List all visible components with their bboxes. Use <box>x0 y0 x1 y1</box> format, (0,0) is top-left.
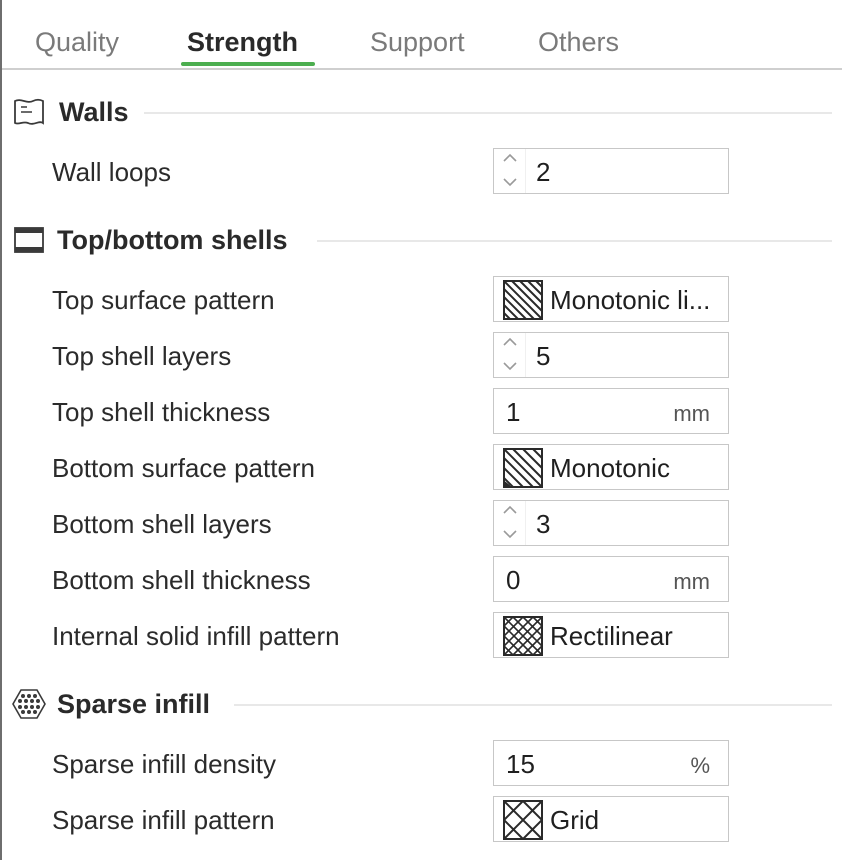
grid-pattern-icon <box>503 800 543 840</box>
top-shell-layers-value[interactable]: 5 <box>536 339 550 373</box>
top-surface-pattern-value[interactable]: Monotonic li... <box>550 283 710 317</box>
row-bottom-surface-pattern: Bottom surface pattern Monotonic <box>0 444 842 492</box>
row-top-shell-layers: Top shell layers 5 <box>0 332 842 380</box>
sparse-infill-density-input[interactable]: 15 % <box>493 740 729 786</box>
active-tab-indicator <box>181 62 315 66</box>
row-sparse-infill-density: Sparse infill density 15 % <box>0 740 842 788</box>
unit-label: % <box>690 753 710 778</box>
row-sparse-infill-pattern: Sparse infill pattern Grid <box>0 796 842 844</box>
row-bottom-shell-layers: Bottom shell layers 3 <box>0 500 842 548</box>
top-surface-pattern-label: Top surface pattern <box>52 285 275 315</box>
bottom-surface-pattern-value[interactable]: Monotonic <box>550 451 670 485</box>
top-shell-thickness-input[interactable]: 1 mm <box>493 388 729 434</box>
section-divider <box>144 112 832 114</box>
section-title-sparse-infill: Sparse infill <box>57 689 211 719</box>
spinner-arrows-icon[interactable] <box>494 333 526 377</box>
top-surface-pattern-select[interactable]: Monotonic li... <box>493 276 729 322</box>
bottom-shell-thickness-label: Bottom shell thickness <box>52 565 311 595</box>
wall-loops-spinbox[interactable]: 2 <box>493 148 729 194</box>
walls-icon <box>14 98 44 125</box>
section-walls: Walls <box>12 90 832 134</box>
bottom-surface-pattern-label: Bottom surface pattern <box>52 453 316 483</box>
section-divider <box>317 240 832 242</box>
row-top-shell-thickness: Top shell thickness 1 mm <box>0 388 842 436</box>
top-shell-thickness-value[interactable]: 1 <box>506 395 520 429</box>
tab-strength[interactable]: Strength <box>187 24 298 60</box>
tab-bar: Quality Strength Support Others <box>2 0 842 70</box>
tab-quality[interactable]: Quality <box>35 24 119 60</box>
sparse-infill-pattern-label: Sparse infill pattern <box>52 805 275 835</box>
internal-solid-infill-pattern-value[interactable]: Rectilinear <box>550 619 673 653</box>
top-shell-layers-spinbox[interactable]: 5 <box>493 332 729 378</box>
monotonic-pattern-icon <box>503 448 543 488</box>
section-sparse-infill: Sparse infill <box>12 682 832 726</box>
wall-loops-value[interactable]: 2 <box>536 155 550 189</box>
rectilinear-pattern-icon <box>503 616 543 656</box>
sparse-infill-density-label: Sparse infill density <box>52 749 276 779</box>
bottom-surface-pattern-select[interactable]: Monotonic <box>493 444 729 490</box>
bottom-shell-thickness-input[interactable]: 0 mm <box>493 556 729 602</box>
section-top-bottom-shells: Top/bottom shells <box>12 218 832 262</box>
bottom-shell-layers-label: Bottom shell layers <box>52 509 272 539</box>
spinner-arrows-icon[interactable] <box>494 501 526 545</box>
sparse-infill-density-value[interactable]: 15 <box>506 747 535 781</box>
section-title-top-bottom-shells: Top/bottom shells <box>57 225 288 255</box>
sparse-infill-icon <box>12 689 46 719</box>
tab-others[interactable]: Others <box>538 24 619 60</box>
wall-loops-label: Wall loops <box>52 157 171 187</box>
bottom-shell-thickness-value[interactable]: 0 <box>506 563 520 597</box>
row-internal-solid-infill-pattern: Internal solid infill pattern Rectilinea… <box>0 612 842 660</box>
row-bottom-shell-thickness: Bottom shell thickness 0 mm <box>0 556 842 604</box>
row-wall-loops: Wall loops 2 <box>0 148 842 196</box>
row-top-surface-pattern: Top surface pattern Monotonic li... <box>0 276 842 324</box>
top-shell-thickness-label: Top shell thickness <box>52 397 271 427</box>
unit-label: mm <box>673 401 710 426</box>
section-title-walls: Walls <box>59 97 129 127</box>
spinner-arrows-icon[interactable] <box>494 149 526 193</box>
top-shell-layers-label: Top shell layers <box>52 341 232 371</box>
bottom-shell-layers-spinbox[interactable]: 3 <box>493 500 729 546</box>
top-bottom-shells-icon <box>14 227 44 253</box>
unit-label: mm <box>673 569 710 594</box>
tab-support[interactable]: Support <box>370 24 465 60</box>
sparse-infill-pattern-value[interactable]: Grid <box>550 803 599 837</box>
internal-solid-infill-pattern-label: Internal solid infill pattern <box>52 621 340 651</box>
sparse-infill-pattern-select[interactable]: Grid <box>493 796 729 842</box>
monotonic-line-pattern-icon <box>503 280 543 320</box>
section-divider <box>234 704 832 706</box>
internal-solid-infill-pattern-select[interactable]: Rectilinear <box>493 612 729 658</box>
bottom-shell-layers-value[interactable]: 3 <box>536 507 550 541</box>
